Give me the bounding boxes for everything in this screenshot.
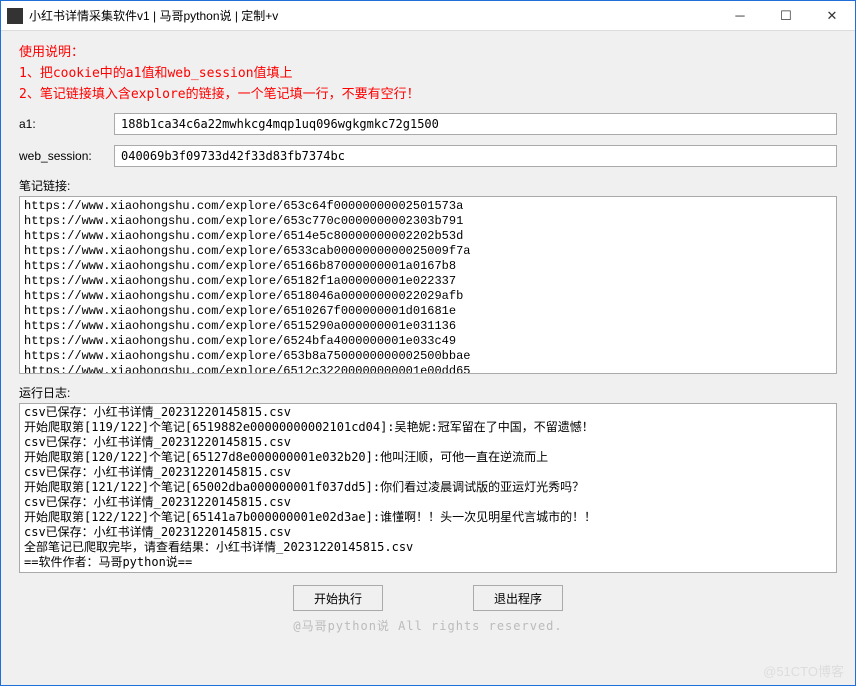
content-area: 使用说明： 1、把cookie中的a1值和web_session值填上 2、笔记…	[1, 31, 855, 685]
instructions-block: 使用说明： 1、把cookie中的a1值和web_session值填上 2、笔记…	[19, 43, 837, 105]
titlebar: 小红书详情采集软件v1 | 马哥python说 | 定制+v ─ ☐ ✕	[1, 1, 855, 31]
web-session-label: web_session:	[19, 149, 114, 163]
footer-text: @马哥python说 All rights reserved.	[19, 617, 837, 638]
instructions-heading: 使用说明：	[19, 43, 837, 64]
a1-row: a1:	[19, 113, 837, 135]
watermark: @51CTO博客	[763, 661, 844, 680]
app-window: 小红书详情采集软件v1 | 马哥python说 | 定制+v ─ ☐ ✕ 使用说…	[0, 0, 856, 686]
links-label: 笔记链接:	[19, 177, 837, 194]
web-session-row: web_session:	[19, 145, 837, 167]
window-controls: ─ ☐ ✕	[717, 1, 855, 31]
close-button[interactable]: ✕	[809, 1, 855, 31]
instructions-line2: 2、笔记链接填入含explore的链接，一个笔记填一行，不要有空行！	[19, 85, 837, 106]
a1-input[interactable]	[114, 113, 837, 135]
button-row: 开始执行 退出程序	[19, 581, 837, 617]
app-icon	[7, 8, 23, 24]
start-button[interactable]: 开始执行	[293, 585, 383, 611]
a1-label: a1:	[19, 117, 114, 131]
web-session-input[interactable]	[114, 145, 837, 167]
maximize-button[interactable]: ☐	[763, 1, 809, 31]
log-label: 运行日志:	[19, 384, 837, 401]
links-textarea[interactable]	[19, 196, 837, 374]
minimize-button[interactable]: ─	[717, 1, 763, 31]
instructions-line1: 1、把cookie中的a1值和web_session值填上	[19, 64, 837, 85]
exit-button[interactable]: 退出程序	[473, 585, 563, 611]
window-title: 小红书详情采集软件v1 | 马哥python说 | 定制+v	[29, 7, 717, 24]
log-textarea[interactable]	[19, 403, 837, 573]
